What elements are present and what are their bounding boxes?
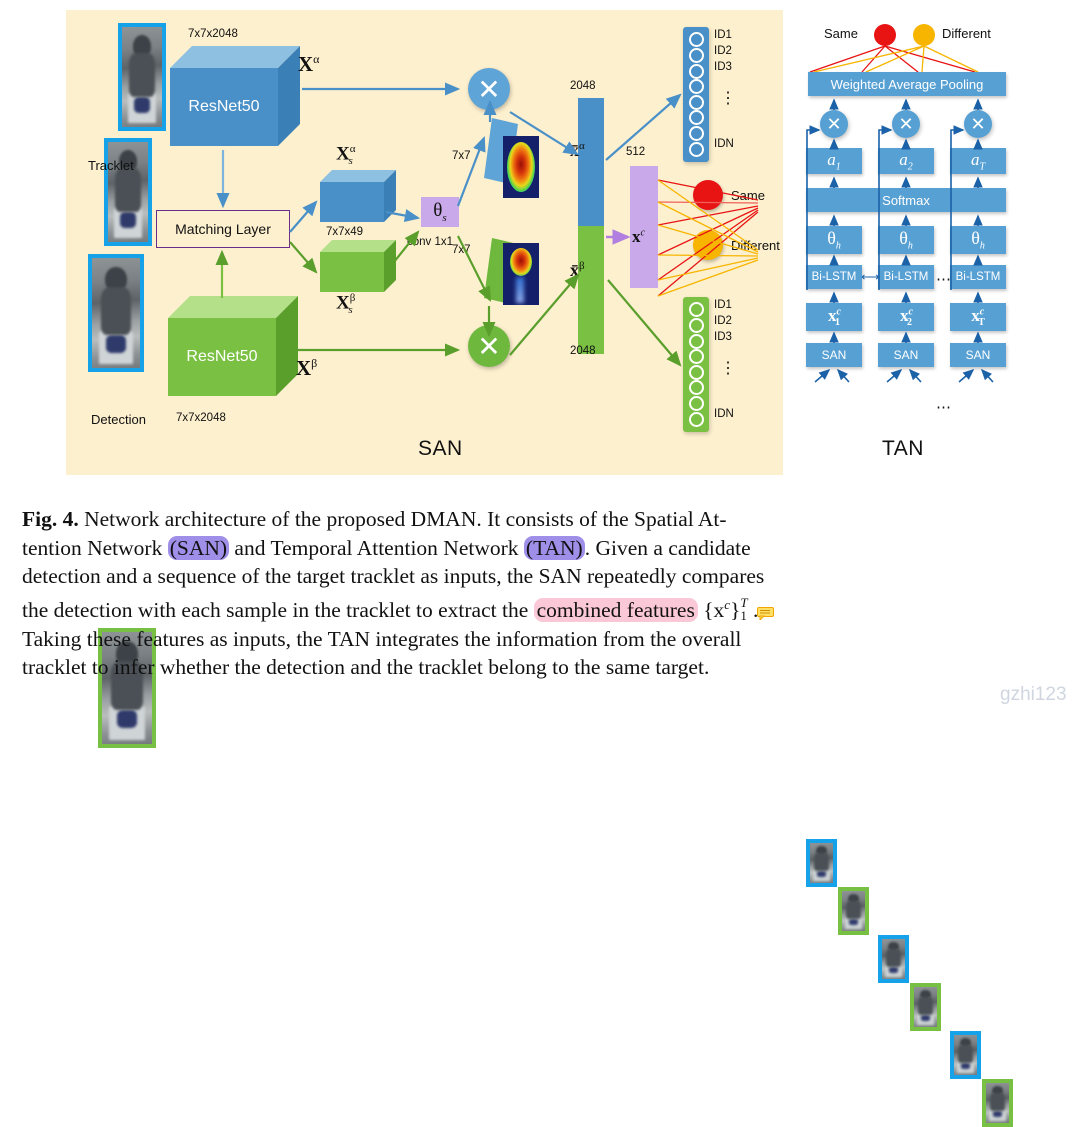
caption-text-4a: the detection with each sample in the tr… — [22, 597, 534, 622]
caption-highlight-combined-features: combined features — [533, 597, 698, 622]
tan-input-detection-3 — [982, 1079, 1013, 1127]
comment-note-icon[interactable] — [757, 607, 774, 620]
caption-figure-number: Fig. 4. — [22, 507, 79, 531]
caption-line-2: tention Network (SAN) and Temporal Atten… — [22, 534, 1067, 563]
watermark: gzhi123 — [1000, 684, 1067, 705]
figure-container: Tracklet Detection ResNet50 7x7x2048 Res… — [0, 0, 1085, 1127]
tan-input-tracklet-3 — [950, 1031, 981, 1079]
tan-connectors — [806, 98, 994, 383]
caption-text-2a: tention Network — [22, 535, 168, 560]
caption-brace-sup: T — [740, 594, 748, 610]
caption-text-2b: and Temporal Attention Network — [229, 535, 524, 560]
san-connectors — [215, 82, 759, 367]
tan-input-tracklet-2 — [878, 935, 909, 983]
caption-brace-sub: 1 — [740, 608, 747, 624]
caption-line-3: detection and a sequence of the target t… — [22, 564, 765, 589]
tan-input-detection-1 — [838, 887, 869, 935]
caption-line-6: tracklet to infer whether the detection … — [22, 655, 710, 680]
caption-line-1: Fig. 4. Network architecture of the prop… — [22, 505, 1067, 534]
caption-text-2c: . Given a candidate — [584, 535, 751, 560]
caption-text-1: Network architecture of the proposed DMA… — [78, 507, 727, 531]
caption-highlight-tan: (TAN) — [523, 535, 585, 560]
caption-line-5: Taking these features as inputs, the TAN… — [22, 626, 742, 651]
caption-highlight-san: (SAN) — [167, 535, 230, 560]
caption-text-4b: {x — [697, 597, 725, 622]
tan-input-detection-2 — [910, 983, 941, 1031]
figure-caption: Fig. 4. Network architecture of the prop… — [22, 505, 1067, 682]
tan-input-tracklet-1 — [806, 839, 837, 887]
caption-text-4c: } — [730, 597, 741, 622]
caption-line-4: the detection with each sample in the tr… — [22, 591, 1067, 625]
